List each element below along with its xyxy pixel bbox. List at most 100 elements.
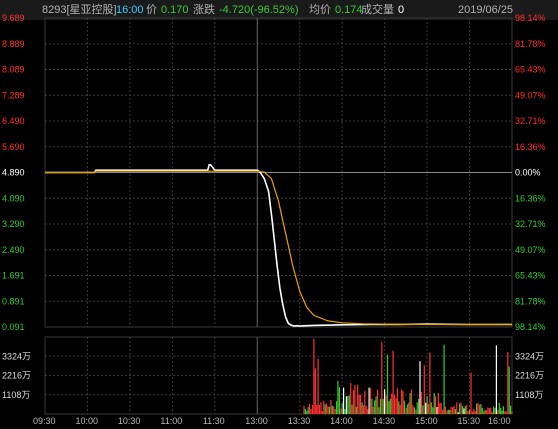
volume-bar (351, 404, 353, 414)
volume-bar (443, 344, 445, 414)
volume-bar (470, 372, 472, 414)
volume-bar (361, 402, 363, 414)
volume-bar (491, 412, 493, 414)
volume-bar (468, 409, 471, 414)
volume-bar (436, 406, 438, 414)
volume-bar (425, 402, 427, 414)
volume-bar (457, 412, 459, 414)
volume-bar (442, 409, 444, 414)
volume-bar (307, 406, 309, 414)
volume-bar (461, 405, 464, 414)
volume-bar (437, 392, 439, 414)
volume-bar (304, 408, 306, 414)
volume-bar (320, 402, 322, 414)
volume-bar (481, 407, 483, 414)
volume-bar (330, 400, 332, 414)
volume-bar (484, 409, 486, 414)
volume-bar (487, 407, 489, 414)
volume-bar (502, 406, 505, 414)
volume-bar (426, 396, 428, 414)
volume-bar (471, 411, 473, 414)
volume-bar (324, 404, 326, 414)
volume-bar (464, 406, 466, 414)
volume-bar (331, 405, 333, 414)
price-tick-label: 5.690 (2, 142, 25, 152)
price-tick-label: 9.689 (2, 13, 25, 23)
price-tick-label: 7.289 (2, 90, 25, 100)
volume-bar (309, 403, 311, 414)
volume-bar (340, 408, 342, 414)
volume-bar (384, 389, 386, 414)
volume-bar (378, 407, 380, 414)
percent-tick-label: 81.78% (515, 39, 546, 49)
volume-bar (364, 390, 366, 414)
volume-bar (368, 387, 370, 414)
volume-bar (385, 395, 387, 414)
volume-bar (453, 405, 455, 414)
volume-bar (365, 406, 367, 414)
volume-bar (476, 403, 478, 414)
volume-bar (334, 409, 336, 414)
volume-bar (357, 384, 359, 414)
volume-bar (326, 403, 328, 414)
volume-bar (333, 406, 335, 414)
volume-bar (510, 405, 512, 414)
intraday-chart: 9.689 98.14% 8.889 81.78% 8.089 65.43% 7.289 49… (0, 13, 558, 429)
volume-bar (420, 391, 422, 414)
volume-bar (454, 409, 456, 414)
volume-bar (335, 401, 338, 414)
volume-bar (406, 404, 408, 414)
time-tick-label: 10:30 (118, 416, 141, 426)
volume-bar (371, 398, 373, 414)
volume-bar (467, 411, 469, 414)
volume-tick-label-right: 3324万 (515, 351, 544, 361)
percent-tick-label: 16.36% (515, 142, 546, 152)
volume-bar (350, 383, 352, 414)
volume-bar (367, 408, 369, 414)
volume-bar (382, 398, 384, 414)
volume-bar (422, 405, 424, 414)
volume-bar (360, 394, 362, 414)
volume-bar (409, 393, 411, 414)
volume-bar (495, 345, 497, 414)
volume-bar (316, 405, 318, 414)
time-tick-label: 11:00 (160, 416, 182, 426)
volume-bar (504, 411, 506, 414)
time-tick-label: 13:30 (288, 416, 311, 426)
volume-tick-label: 1108万 (2, 390, 30, 400)
price-tick-label: 3.290 (2, 219, 25, 229)
volume-bar (507, 352, 509, 414)
volume-bar (460, 402, 462, 414)
volume-bar (432, 407, 434, 414)
volume-bar (493, 406, 495, 414)
volume-bar (328, 406, 330, 414)
volume-bar (447, 409, 449, 414)
percent-tick-label: 0.00% (515, 168, 541, 178)
volume-bar (449, 410, 451, 414)
volume-bar (474, 411, 476, 414)
volume-bar (377, 389, 379, 414)
volume-bar (494, 407, 496, 414)
volume-bar (318, 405, 321, 414)
price-tick-label: 8.889 (2, 39, 25, 49)
percent-tick-label: 32.71% (515, 219, 546, 229)
volume-bar (347, 395, 349, 414)
volume-bar (402, 391, 404, 414)
volume-bar (446, 410, 448, 414)
volume-bar (410, 389, 413, 414)
volume-bar (501, 410, 503, 414)
volume-bar (418, 398, 420, 414)
volume-bar (412, 405, 414, 414)
volume-bar (429, 352, 431, 414)
volume-bar (393, 394, 396, 414)
price-tick-label: 4.090 (2, 193, 25, 203)
volume-bar (480, 404, 482, 414)
volume-bar (500, 407, 502, 414)
volume-bar (490, 407, 492, 414)
price-tick-label: 6.490 (2, 116, 25, 126)
volume-bar (423, 365, 425, 414)
volume-bar (337, 380, 339, 414)
time-tick-label: 13:00 (245, 416, 268, 426)
time-tick-label: 14:00 (330, 416, 353, 426)
volume-bar (392, 350, 394, 414)
